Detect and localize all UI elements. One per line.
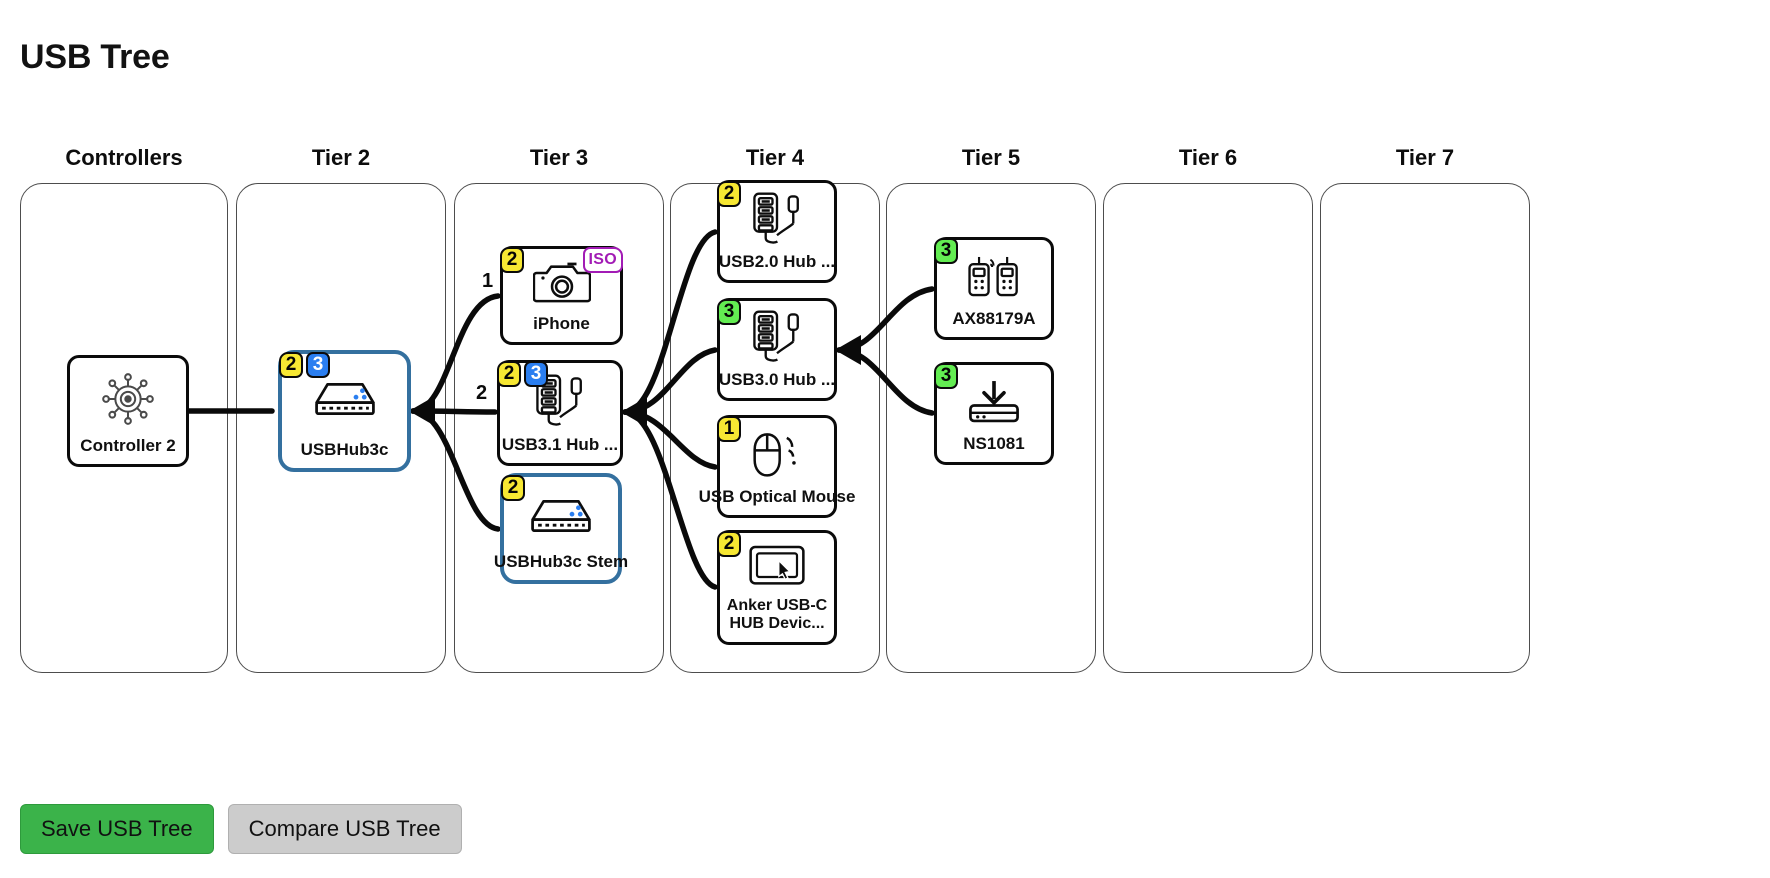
node-controller-2[interactable]: Controller 2 [67,355,189,467]
node-label-usb30-hub: USB3.0 Hub ... [718,369,836,389]
badge-speed-iphone[interactable]: 2 [500,247,524,273]
node-iphone[interactable]: 2 ISO iPhone [500,246,623,345]
compare-usb-tree-button[interactable]: Compare USB Tree [227,804,462,855]
node-ax88179a[interactable]: 3 AX88179A [934,237,1054,340]
badge-speed-anker-usbc-hub[interactable]: 2 [717,531,741,557]
node-layer: Controller 223 USBHub3c 2 ISO iPhone 2 3 USB… [0,0,1770,878]
edge-label-1: 1 [482,270,494,292]
node-anker-usbc-hub[interactable]: 2 Anker USB-C HUB Devic... [717,530,837,645]
node-label-usbhub3c: USBHub3c [300,439,389,459]
badge-ports-usbhub3c[interactable]: 3 [306,352,330,378]
badge-speed-usbhub3c-stem[interactable]: 2 [501,475,525,501]
node-usbhub3c-stem[interactable]: 2 USBHub3c Stem [494,473,628,584]
node-usb20-hub[interactable]: 2 USB2.0 Hub ... [717,180,837,283]
node-label-usbhub3c-stem: USBHub3c Stem [493,551,629,571]
badge-speed-usb30-hub[interactable]: 3 [717,299,741,325]
edge-label-2: 2 [476,382,488,404]
save-usb-tree-button[interactable]: Save USB Tree [20,804,214,855]
badge-iso-iphone[interactable]: ISO [582,247,623,273]
badge-speed-usb-optical-mouse[interactable]: 1 [717,416,741,442]
node-usbhub3c[interactable]: 23 USBHub3c [278,350,411,472]
button-bar: Save USB Tree Compare USB Tree [20,804,462,855]
badge-speed-ns1081[interactable]: 3 [934,363,958,389]
node-label-usb-optical-mouse: USB Optical Mouse [698,486,856,506]
node-usb-optical-mouse[interactable]: 1 USB Optical Mouse [699,415,855,518]
ships-wheel-icon [70,358,186,436]
badge-speed-usbhub3c[interactable]: 2 [279,352,303,378]
node-label-usb31-hub: USB3.1 Hub ... [501,434,619,454]
badge-speed-ax88179a[interactable]: 3 [934,238,958,264]
node-usb30-hub[interactable]: 3 USB3.0 Hub ... [717,298,837,401]
node-label-ns1081: NS1081 [963,433,1025,453]
badge-speed-usb31-hub[interactable]: 2 [497,361,521,387]
badge-ports-usb31-hub[interactable]: 3 [524,361,548,387]
node-label-anker-usbc-hub: Anker USB-C HUB Devic... [726,597,828,633]
badge-speed-usb20-hub[interactable]: 2 [717,181,741,207]
node-usb31-hub[interactable]: 23 USB3.1 Hub ... [497,360,623,466]
node-label-usb20-hub: USB2.0 Hub ... [718,251,836,271]
node-label-controller-2: Controller 2 [80,435,176,455]
node-ns1081[interactable]: 3 NS1081 [934,362,1054,465]
node-label-iphone: iPhone [533,313,590,333]
node-label-ax88179a: AX88179A [952,308,1036,328]
